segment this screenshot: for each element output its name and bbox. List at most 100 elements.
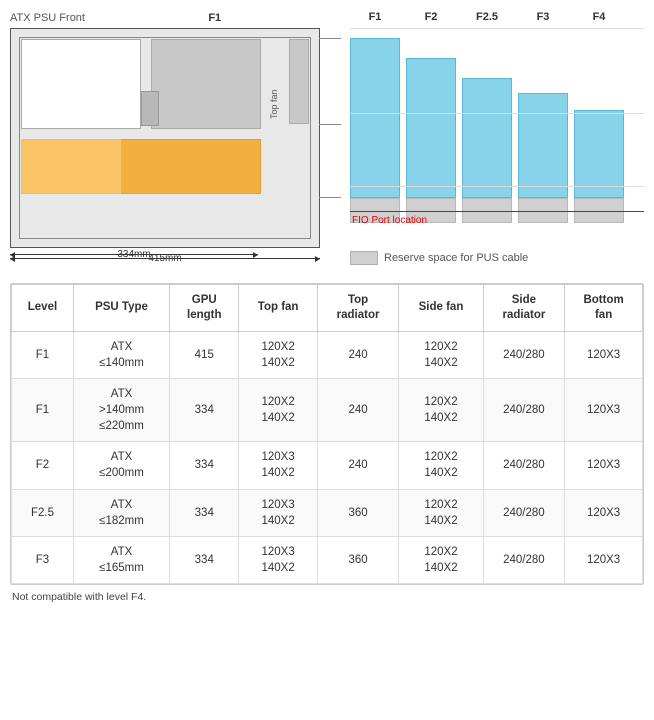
table-header-row: Level PSU Type GPUlength Top fan Topradi… bbox=[12, 285, 643, 332]
td-bottom-fan: 120X3 bbox=[565, 489, 643, 536]
th-side-radiator: Sideradiator bbox=[483, 285, 565, 332]
table-row: F2.5ATX≤182mm334120X3140X2360120X2140X22… bbox=[12, 489, 643, 536]
top-labels-row: ATX PSU Front F1 F1 F2 F2.5 F3 F4 bbox=[10, 10, 644, 24]
td-gpu-length: 334 bbox=[170, 379, 239, 442]
td-top-radiator: 360 bbox=[317, 489, 399, 536]
connector-line-bot bbox=[319, 197, 341, 198]
th-psu-type: PSU Type bbox=[73, 285, 169, 332]
top-fan-label-inside: Top fan bbox=[269, 39, 279, 119]
td-psu-type: ATX≤165mm bbox=[73, 536, 169, 583]
connector-line-mid bbox=[319, 124, 341, 125]
td-psu-type: ATX≤200mm bbox=[73, 442, 169, 489]
td-side-radiator: 240/280 bbox=[483, 442, 565, 489]
guide-line-mid bbox=[350, 113, 644, 114]
td-side-fan: 120X2140X2 bbox=[399, 331, 483, 378]
td-side-radiator: 240/280 bbox=[483, 489, 565, 536]
td-side-radiator: 240/280 bbox=[483, 379, 565, 442]
td-level: F1 bbox=[12, 331, 74, 378]
th-top-radiator: Topradiator bbox=[317, 285, 399, 332]
td-top-fan: 120X2140X2 bbox=[239, 331, 317, 378]
th-top-fan: Top fan bbox=[239, 285, 317, 332]
top-fan-slot bbox=[289, 39, 309, 124]
td-side-fan: 120X2140X2 bbox=[399, 379, 483, 442]
guide-line-top bbox=[350, 28, 644, 29]
td-level: F2 bbox=[12, 442, 74, 489]
col-f3-blue bbox=[518, 93, 568, 198]
td-side-radiator: 240/280 bbox=[483, 536, 565, 583]
td-level: F2.5 bbox=[12, 489, 74, 536]
td-side-fan: 120X2140X2 bbox=[399, 442, 483, 489]
col-label-f25: F2.5 bbox=[462, 11, 512, 23]
diagram-right: FIO Port location bbox=[350, 28, 644, 265]
case-diagram: Top fan bbox=[10, 28, 320, 248]
td-top-radiator: 240 bbox=[317, 379, 399, 442]
col-f2-blue bbox=[406, 58, 456, 198]
th-side-fan: Side fan bbox=[399, 285, 483, 332]
table-row: F3ATX≤165mm334120X3140X2360120X2140X2240… bbox=[12, 536, 643, 583]
th-level: Level bbox=[12, 285, 74, 332]
td-top-fan: 120X2140X2 bbox=[239, 379, 317, 442]
columns-container bbox=[350, 28, 644, 223]
col-label-f2: F2 bbox=[406, 11, 456, 23]
col-label-f1: F1 bbox=[350, 11, 400, 23]
td-side-fan: 120X2140X2 bbox=[399, 536, 483, 583]
td-gpu-length: 334 bbox=[170, 536, 239, 583]
left-diagram-title: ATX PSU Front F1 bbox=[10, 10, 340, 24]
legend-box bbox=[350, 251, 378, 265]
f1-top-label: F1 bbox=[208, 12, 221, 24]
th-bottom-fan: Bottomfan bbox=[565, 285, 643, 332]
dim-lines: 334mm 415mm bbox=[10, 254, 320, 259]
td-top-radiator: 360 bbox=[317, 536, 399, 583]
td-psu-type: ATX>140mm≤220mm bbox=[73, 379, 169, 442]
td-side-radiator: 240/280 bbox=[483, 331, 565, 378]
td-top-radiator: 240 bbox=[317, 331, 399, 378]
fio-label: FIO Port location bbox=[352, 215, 427, 226]
col-f1 bbox=[350, 28, 400, 223]
td-top-fan: 120X3140X2 bbox=[239, 489, 317, 536]
legend-label: Reserve space for PUS cable bbox=[384, 252, 528, 264]
table-row: F1ATX>140mm≤220mm334120X2140X2240120X214… bbox=[12, 379, 643, 442]
dim-415-label: 415mm bbox=[144, 253, 185, 264]
col-f3 bbox=[518, 28, 568, 223]
td-bottom-fan: 120X3 bbox=[565, 331, 643, 378]
data-table-wrapper: Level PSU Type GPUlength Top fan Topradi… bbox=[10, 283, 644, 585]
td-bottom-fan: 120X3 bbox=[565, 379, 643, 442]
col-f25 bbox=[462, 28, 512, 223]
td-psu-type: ATX≤182mm bbox=[73, 489, 169, 536]
table-row: F1ATX≤140mm415120X2140X2240120X2140X2240… bbox=[12, 331, 643, 378]
td-top-fan: 120X3140X2 bbox=[239, 442, 317, 489]
diagram-main: Top fan 334mm bbox=[10, 28, 644, 265]
col-f25-blue bbox=[462, 78, 512, 198]
col-f4 bbox=[574, 28, 624, 223]
dim-415-row: 415mm bbox=[10, 258, 320, 259]
td-gpu-length: 334 bbox=[170, 442, 239, 489]
col-f2 bbox=[406, 28, 456, 223]
col-labels-right: F1 F2 F2.5 F3 F4 bbox=[340, 11, 624, 23]
footnote: Not compatible with level F4. bbox=[10, 591, 644, 603]
td-psu-type: ATX≤140mm bbox=[73, 331, 169, 378]
fio-line bbox=[350, 211, 644, 212]
table-row: F2ATX≤200mm334120X3140X2240120X2140X2240… bbox=[12, 442, 643, 489]
th-gpu-length: GPUlength bbox=[170, 285, 239, 332]
td-top-fan: 120X3140X2 bbox=[239, 536, 317, 583]
specs-table: Level PSU Type GPUlength Top fan Topradi… bbox=[11, 284, 643, 584]
td-level: F3 bbox=[12, 536, 74, 583]
td-level: F1 bbox=[12, 379, 74, 442]
connector-detail bbox=[141, 91, 159, 126]
td-gpu-length: 415 bbox=[170, 331, 239, 378]
td-bottom-fan: 120X3 bbox=[565, 442, 643, 489]
td-side-fan: 120X2140X2 bbox=[399, 489, 483, 536]
col-f1-blue bbox=[350, 38, 400, 198]
col-f4-blue bbox=[574, 110, 624, 198]
diagram-section: ATX PSU Front F1 F1 F2 F2.5 F3 F4 bbox=[10, 10, 644, 265]
col-label-f4: F4 bbox=[574, 11, 624, 23]
col-label-f3: F3 bbox=[518, 11, 568, 23]
td-bottom-fan: 120X3 bbox=[565, 536, 643, 583]
dim-334-row: 334mm bbox=[10, 254, 258, 255]
td-top-radiator: 240 bbox=[317, 442, 399, 489]
td-gpu-length: 334 bbox=[170, 489, 239, 536]
psu-area bbox=[21, 39, 141, 129]
connector-line-top bbox=[319, 38, 341, 39]
mb-area bbox=[151, 39, 261, 129]
case-diagram-container: Top fan 334mm bbox=[10, 28, 340, 265]
